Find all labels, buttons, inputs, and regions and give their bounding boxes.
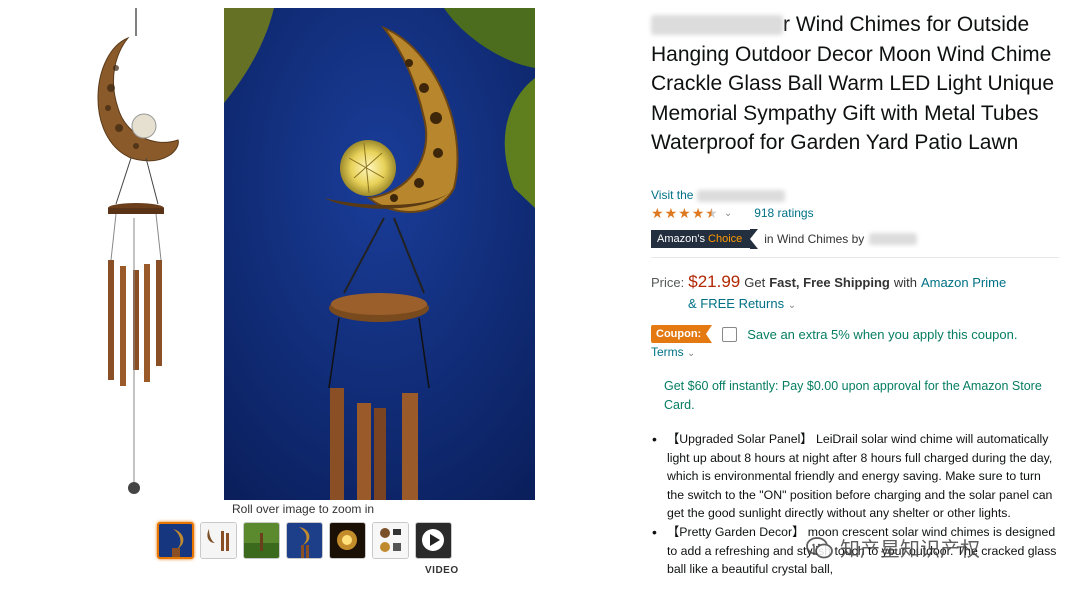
redacted-brand-name xyxy=(869,233,918,245)
coupon-row: Coupon: Save an extra 5% when you apply … xyxy=(651,325,1018,343)
redacted-brand xyxy=(651,15,783,36)
coupon-checkbox[interactable] xyxy=(722,326,738,342)
video-label: VIDEO xyxy=(425,565,459,576)
divider xyxy=(651,257,1059,258)
list-item: 【Upgraded Solar Panel】 LeiDrail solar wi… xyxy=(651,430,1061,523)
video-thumbnail[interactable] xyxy=(415,522,452,559)
star-icon: ★ xyxy=(691,205,705,221)
zoom-hint: Roll over image to zoom in xyxy=(232,502,375,516)
thumbnail-3[interactable] xyxy=(243,522,280,559)
star-icon: ★ xyxy=(678,205,691,221)
star-icon: ★ xyxy=(664,205,678,221)
product-title: r Wind Chimes for Outside Hanging Outdoo… xyxy=(651,13,1055,155)
redacted-store-name xyxy=(696,189,785,202)
badge-notch xyxy=(750,229,759,249)
chevron-down-icon: ⌄ xyxy=(787,300,797,311)
thumbnail-strip xyxy=(157,522,452,559)
half-star-icon: ★ xyxy=(705,205,718,221)
thumbnail-1[interactable] xyxy=(157,522,194,559)
free-returns-link[interactable]: & FREE Returns ⌄ xyxy=(688,296,796,311)
chevron-down-icon: ⌄ xyxy=(687,348,696,359)
amazons-choice-badge: Amazon's Choice xyxy=(651,230,751,248)
coupon-badge: Coupon: xyxy=(651,325,707,343)
watermark: 知产星知识产权 xyxy=(806,533,980,562)
rating-row: ★ ★ ★ ★ ★ ⌄ 918 ratings xyxy=(651,206,814,220)
coupon-notch xyxy=(706,325,713,343)
coupon-terms-link[interactable]: Terms ⌄ xyxy=(651,345,695,359)
wechat-icon xyxy=(806,536,833,558)
coupon-text[interactable]: Save an extra 5% when you apply this cou… xyxy=(747,327,1017,342)
thumbnail-5[interactable] xyxy=(329,522,366,559)
choice-category[interactable]: in Wind Chimes by xyxy=(764,232,864,246)
store-card-offer[interactable]: Get $60 off instantly: Pay $0.00 upon ap… xyxy=(664,377,1044,415)
thumbnail-4[interactable] xyxy=(286,522,323,559)
ratings-count-link[interactable]: 918 ratings xyxy=(754,206,813,220)
thumbnail-6[interactable] xyxy=(372,522,409,559)
price-value: $21.99 xyxy=(688,272,741,291)
thumbnail-2[interactable] xyxy=(200,522,237,559)
product-side-image xyxy=(86,8,186,498)
price-row: Price: $21.99 Get Fast, Free Shipping wi… xyxy=(651,272,1007,291)
prime-link[interactable]: Amazon Prime xyxy=(921,275,1006,290)
chevron-down-icon[interactable]: ⌄ xyxy=(724,208,732,219)
star-icon: ★ xyxy=(651,205,664,221)
visit-store-link[interactable]: Visit the xyxy=(651,188,785,202)
amazons-choice-row: Amazon's Choice in Wind Chimes by xyxy=(651,229,918,249)
product-main-image[interactable] xyxy=(224,8,535,500)
price-label: Price: xyxy=(651,275,685,290)
shipping-text: Fast, Free Shipping xyxy=(769,275,890,290)
star-rating[interactable]: ★ ★ ★ ★ ★ xyxy=(651,206,718,220)
